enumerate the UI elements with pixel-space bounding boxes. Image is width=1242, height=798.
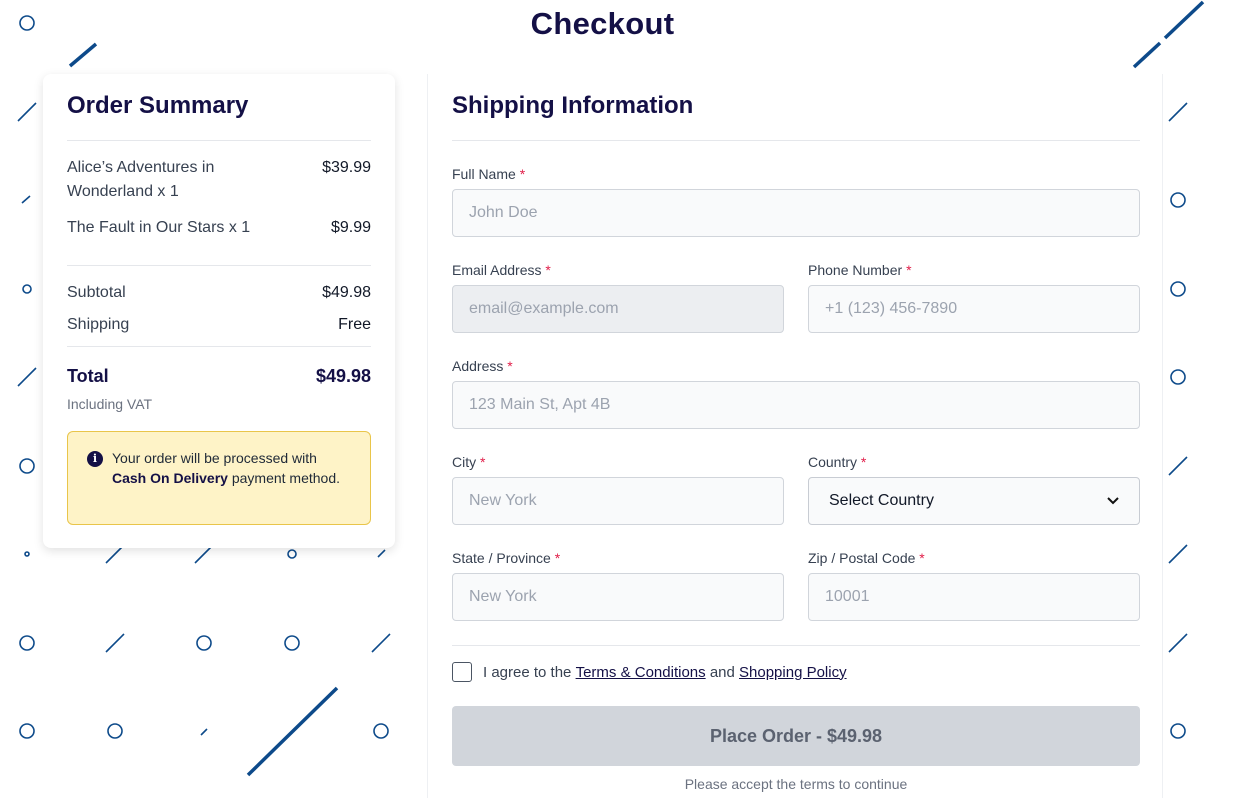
phone-label: Phone Number * [808,262,912,278]
order-item-name: Alice’s Adventures in Wonderland x 1 [67,159,215,200]
checkout-page: Checkout Order Summary Alice’s Adventure… [0,0,1242,798]
zip-input[interactable] [808,573,1140,621]
country-label-text: Country [808,454,858,470]
terms-link[interactable]: Terms & Conditions [576,664,706,681]
place-order-button[interactable]: Place Order - $49.98 [452,706,1140,766]
shopping-policy-link[interactable]: Shopping Policy [739,664,847,681]
address-label-text: Address [452,358,504,374]
notice-method: Cash On Delivery [112,470,228,486]
phone-label-text: Phone Number [808,262,903,278]
total-label: Total [67,366,109,386]
payment-notice: i Your order will be processed with Cash… [67,431,371,525]
divider [67,346,371,347]
page-title: Checkout [530,6,675,41]
agree-and: and [709,663,735,681]
state-label: State / Province * [452,550,560,566]
terms-agreement: I agree to the Terms & Conditions and Sh… [452,662,847,682]
order-summary-card: Order Summary Alice’s Adventures in Wond… [43,74,395,548]
state-input[interactable] [452,573,784,621]
email-input[interactable] [452,285,784,333]
city-label-text: City [452,454,477,470]
full-name-label-text: Full Name [452,166,516,182]
divider [452,645,1140,646]
required-mark: * [507,358,513,374]
notice-prefix: Your order will be processed with [112,450,317,466]
shipping-label: Shipping [67,316,130,333]
subtotal-value: $49.98 [322,284,371,301]
full-name-label: Full Name * [452,166,525,182]
divider [67,265,371,266]
address-input[interactable] [452,381,1140,429]
shipping-form: Shipping Information Full Name * Email A… [427,74,1163,798]
required-mark: * [860,454,867,470]
vat-note: Including VAT [67,396,153,412]
terms-hint: Please accept the terms to continue [684,776,908,792]
order-item-name: The Fault in Our Stars x 1 [67,219,251,236]
shipping-row: Shipping Free [67,313,371,337]
phone-input[interactable] [808,285,1140,333]
order-item-price: $39.99 [322,159,371,176]
total-row: Total $49.98 [67,364,371,388]
info-icon: i [87,451,103,467]
country-select[interactable]: Select Country [808,477,1140,525]
full-name-input[interactable] [452,189,1140,237]
zip-label: Zip / Postal Code * [808,550,925,566]
order-summary-title: Order Summary [67,92,249,119]
chevron-down-icon [1107,497,1119,505]
required-mark: * [480,454,486,470]
terms-checkbox[interactable] [452,662,472,682]
city-label: City * [452,454,485,470]
order-item-price: $9.99 [330,219,371,236]
required-mark: * [919,550,925,566]
subtotal-label: Subtotal [67,284,126,301]
required-mark: * [519,166,526,182]
shipping-value: Free [338,316,371,333]
shipping-title: Shipping Information [452,92,694,119]
required-mark: * [554,550,561,566]
agree-prefix: I agree to the [483,663,572,681]
city-input[interactable] [452,477,784,525]
divider [67,140,371,141]
country-label: Country * [808,454,866,470]
required-mark: * [906,262,912,278]
state-label-text: State / Province [452,550,551,566]
order-item: The Fault in Our Stars x 1 $9.99 [67,216,371,240]
email-label: Email Address * [452,262,551,278]
divider [452,140,1140,141]
email-label-text: Email Address [452,262,542,278]
subtotal-row: Subtotal $49.98 [67,281,371,305]
required-mark: * [545,262,551,278]
order-item: Alice’s Adventures in Wonderland x 1 $39… [67,156,371,204]
notice-suffix: payment method. [231,470,340,486]
address-label: Address * [452,358,513,374]
total-value: $49.98 [315,366,371,386]
zip-label-text: Zip / Postal Code [808,550,916,566]
country-selected-value: Select Country [829,492,934,509]
